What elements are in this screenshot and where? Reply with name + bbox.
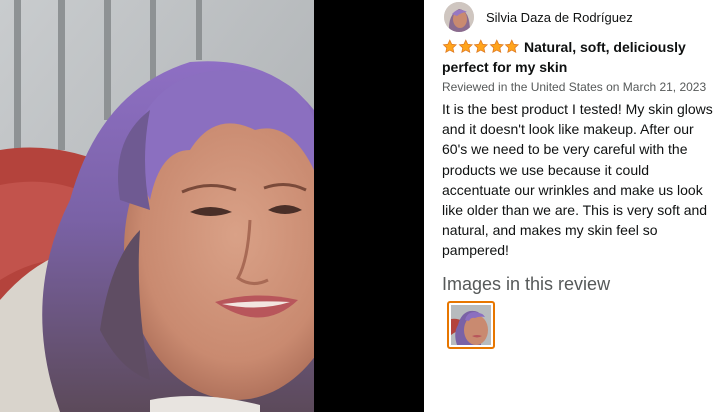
reviewer-name[interactable]: Silvia Daza de Rodríguez bbox=[486, 10, 633, 25]
reviewer-profile[interactable]: Silvia Daza de Rodríguez bbox=[444, 2, 633, 32]
star-icon bbox=[442, 39, 458, 53]
review-image-thumbnail[interactable] bbox=[447, 301, 495, 349]
star-rating[interactable] bbox=[442, 39, 520, 54]
reviewer-avatar[interactable] bbox=[444, 2, 474, 32]
star-icon bbox=[489, 39, 504, 53]
review-panel: Silvia Daza de Rodríguez Natural, soft, … bbox=[424, 0, 716, 412]
star-icon bbox=[473, 39, 489, 53]
thumbnail-image bbox=[451, 305, 491, 345]
review-date: Reviewed in the United States on March 2… bbox=[442, 80, 707, 94]
review-photo[interactable] bbox=[0, 0, 314, 412]
images-section-heading: Images in this review bbox=[442, 274, 611, 294]
review-title-row: Natural, soft, deliciously perfect for m… bbox=[442, 37, 712, 77]
review-body: It is the best product I tested! My skin… bbox=[442, 101, 713, 259]
star-icon bbox=[504, 39, 520, 53]
star-icon bbox=[458, 39, 473, 53]
image-viewer bbox=[0, 0, 424, 412]
